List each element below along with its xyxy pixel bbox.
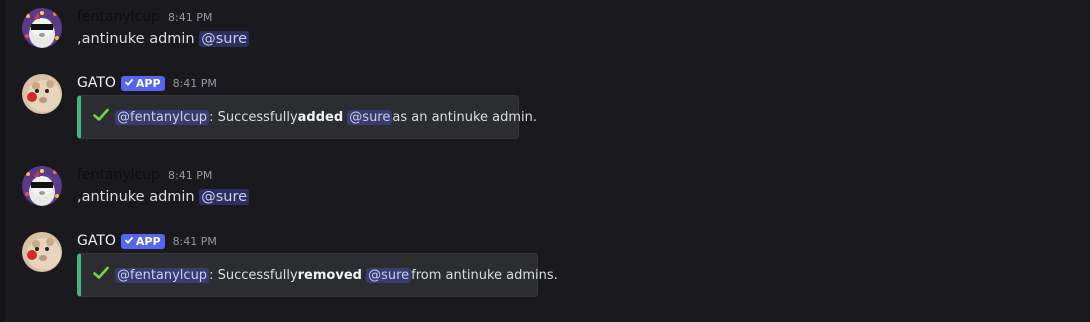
channel-divider bbox=[0, 0, 5, 322]
target-mention[interactable]: @sure bbox=[366, 267, 412, 283]
embed-action: added bbox=[297, 109, 344, 125]
embed-text-end: from antinuke admins. bbox=[411, 267, 558, 283]
embed: @fentanylcup: Successfully removed @sure… bbox=[77, 253, 558, 297]
badge-label: APP bbox=[135, 234, 161, 248]
embed-action: removed bbox=[297, 267, 362, 283]
avatar[interactable] bbox=[22, 8, 62, 48]
bot-username[interactable]: GATO bbox=[77, 231, 116, 251]
embed-text: : Successfully bbox=[209, 267, 298, 283]
avatar[interactable] bbox=[22, 74, 62, 114]
bot-username[interactable]: GATO bbox=[77, 73, 116, 93]
badge-label: APP bbox=[135, 76, 161, 90]
timestamp: 8:41 PM bbox=[168, 10, 213, 24]
user-mention[interactable]: @fentanylcup bbox=[115, 109, 210, 125]
username[interactable]: fentanylcup bbox=[77, 165, 160, 185]
timestamp: 8:41 PM bbox=[172, 234, 217, 248]
command-text: ,antinuke admin bbox=[77, 31, 200, 47]
embed-text-end: as an antinuke admin. bbox=[392, 109, 538, 125]
username[interactable]: fentanylcup bbox=[77, 7, 160, 27]
command-text: ,antinuke admin bbox=[77, 189, 200, 205]
embed-text: : Successfully bbox=[209, 109, 298, 125]
user-mention[interactable]: @fentanylcup bbox=[115, 267, 210, 283]
checkmark-icon bbox=[93, 266, 109, 284]
message-text: ,antinuke admin @sure bbox=[77, 28, 250, 50]
app-badge: APP bbox=[120, 233, 165, 249]
target-mention[interactable]: @sure bbox=[347, 109, 393, 125]
timestamp: 8:41 PM bbox=[172, 76, 217, 90]
timestamp: 8:41 PM bbox=[168, 168, 213, 182]
verified-check-icon bbox=[124, 234, 134, 249]
app-badge: APP bbox=[120, 75, 165, 91]
checkmark-icon bbox=[93, 108, 109, 126]
verified-check-icon bbox=[124, 76, 134, 91]
user-mention[interactable]: @sure bbox=[199, 189, 250, 205]
avatar[interactable] bbox=[22, 232, 62, 272]
user-mention[interactable]: @sure bbox=[199, 31, 250, 47]
embed: @fentanylcup: Successfully added @sure a… bbox=[77, 95, 537, 139]
chat-log: fentanylcup 8:41 PM ,antinuke admin @sur… bbox=[0, 0, 1090, 322]
avatar[interactable] bbox=[22, 166, 62, 206]
message-text: ,antinuke admin @sure bbox=[77, 186, 250, 208]
